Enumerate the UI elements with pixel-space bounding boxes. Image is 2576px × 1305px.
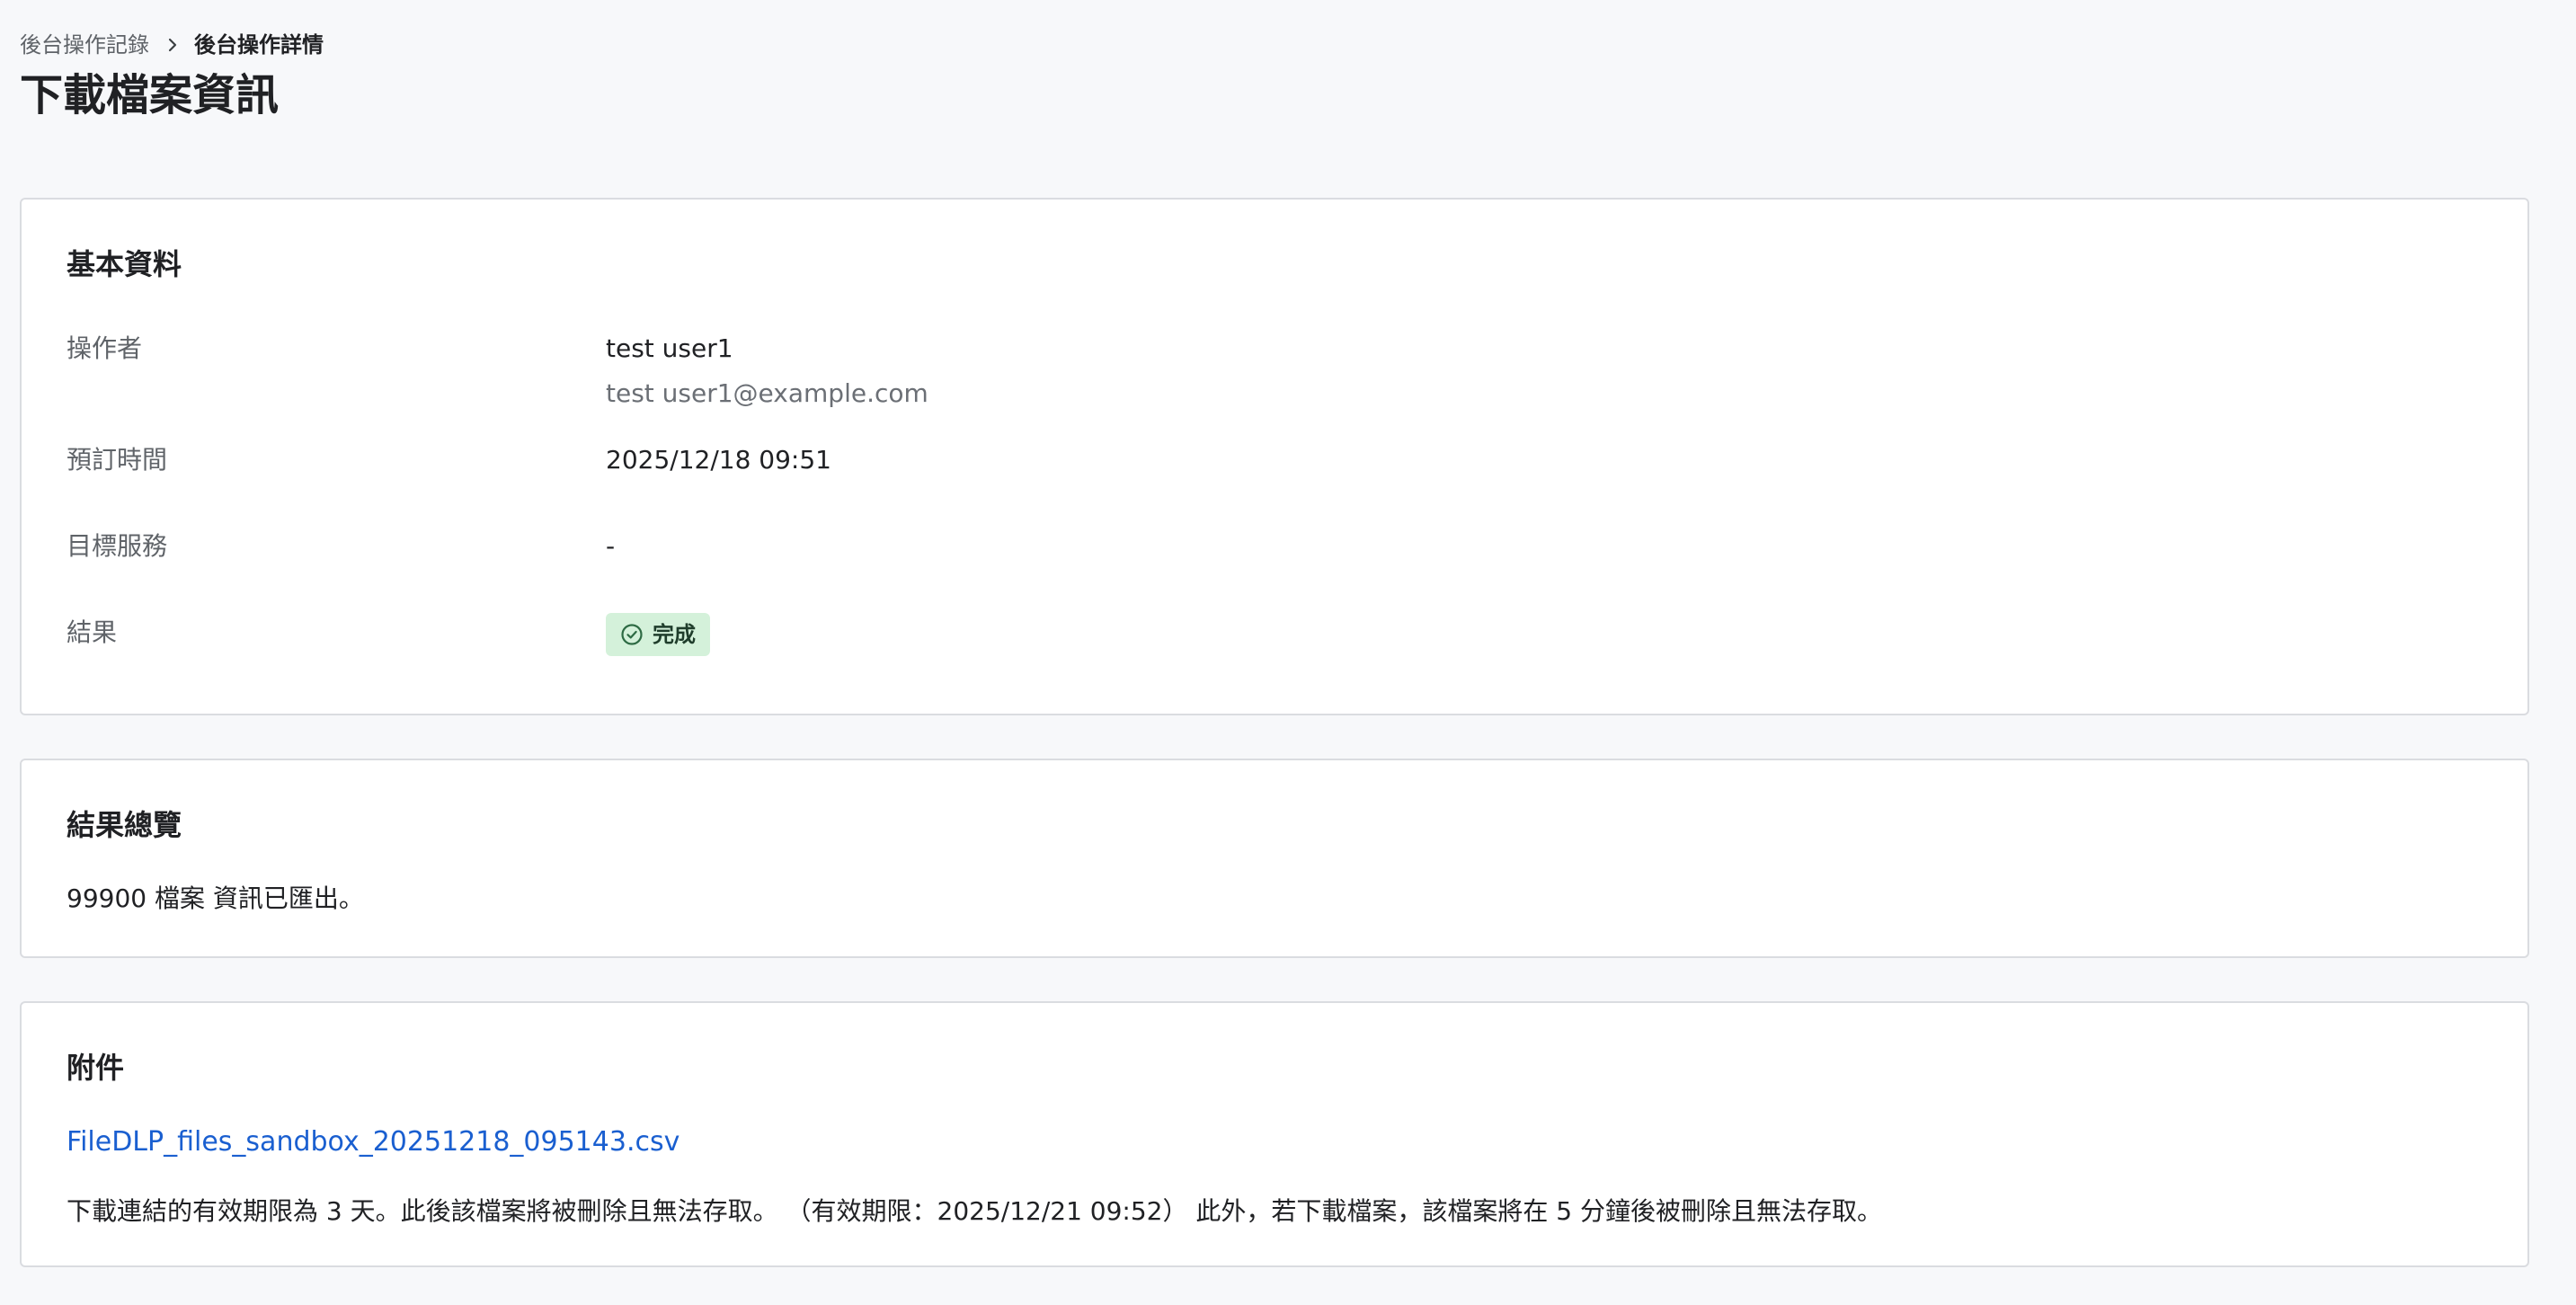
attachment-download-link[interactable]: FileDLP_files_sandbox_20251218_095143.cs… <box>67 1125 680 1159</box>
check-circle-icon <box>620 623 644 646</box>
operator-label: 操作者 <box>67 333 143 363</box>
basic-info-card: 基本資料 操作者 test user1 test user1@example.c… <box>20 198 2529 715</box>
status-badge-label: 完成 <box>653 622 696 647</box>
status-badge: 完成 <box>606 613 710 656</box>
attachments-card: 附件 FileDLP_files_sandbox_20251218_095143… <box>20 1001 2529 1267</box>
operator-name: test user1 <box>606 333 733 363</box>
result-summary-title: 結果總覽 <box>67 808 182 842</box>
breadcrumb-current: 後台操作詳情 <box>194 32 324 58</box>
result-label: 結果 <box>67 617 118 647</box>
download-expiry-notice: 下載連結的有效期限為 3 天。此後該檔案將被刪除且無法存取。 （有效期限：202… <box>67 1196 1883 1226</box>
chevron-right-icon <box>164 36 182 54</box>
breadcrumb: 後台操作記錄 後台操作詳情 <box>20 31 324 59</box>
attachments-title: 附件 <box>67 1051 125 1085</box>
operator-email: test user1@example.com <box>606 378 928 408</box>
target-service-value: - <box>606 531 616 561</box>
basic-info-title: 基本資料 <box>67 247 182 281</box>
page-root: 後台操作記錄 後台操作詳情 下載檔案資訊 基本資料 操作者 test user1… <box>0 0 2576 1305</box>
scheduled-time-value: 2025/12/18 09:51 <box>606 445 831 475</box>
page-title: 下載檔案資訊 <box>20 70 280 120</box>
scheduled-time-label: 預訂時間 <box>67 445 168 475</box>
result-summary-text: 99900 檔案 資訊已匯出。 <box>67 883 364 913</box>
result-summary-card: 結果總覽 99900 檔案 資訊已匯出。 <box>20 759 2529 958</box>
target-service-label: 目標服務 <box>67 531 168 561</box>
breadcrumb-parent-link[interactable]: 後台操作記錄 <box>20 31 149 59</box>
